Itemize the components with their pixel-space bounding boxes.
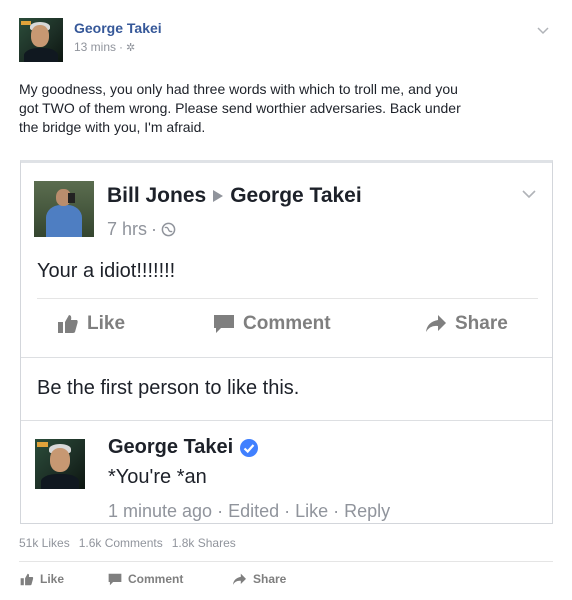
reply-author-avatar [35, 439, 85, 489]
comment-button[interactable]: Comment [108, 572, 183, 586]
embedded-target-name: George Takei [230, 184, 362, 207]
likes-count[interactable]: 51k Likes [19, 536, 70, 550]
arrow-right-icon [213, 190, 224, 202]
author-avatar[interactable] [19, 18, 63, 62]
reply-text: *You're *an [108, 466, 207, 488]
verified-badge-icon [240, 438, 259, 457]
facebook-post: George Takei 13 mins · ✲ My goodness, yo… [0, 0, 572, 600]
post-author-name[interactable]: George Takei [74, 20, 162, 36]
comments-count[interactable]: 1.6k Comments [79, 536, 163, 550]
share-label: Share [253, 572, 287, 586]
comment-icon [214, 315, 234, 333]
meta-separator: · [119, 40, 124, 54]
like-label: Like [87, 313, 126, 334]
like-label: Like [40, 572, 65, 586]
reply-author-name: George Takei [108, 436, 234, 458]
comment-icon [108, 573, 122, 585]
post-text: My goodness, you only had three words wi… [19, 80, 549, 137]
embedded-author-avatar [34, 181, 94, 237]
gear-icon[interactable]: ✲ [126, 41, 135, 54]
chevron-down-icon [522, 190, 536, 199]
post-meta: 13 mins · ✲ [74, 40, 135, 54]
comment-label: Comment [243, 313, 331, 334]
embedded-timestamp: 7 hrs [107, 219, 148, 239]
share-arrow-icon [233, 573, 246, 585]
divider [19, 561, 553, 562]
embedded-like-button: Like [57, 313, 125, 335]
post-text-line: the bridge with you, I'm afraid. [19, 119, 206, 135]
post-timestamp[interactable]: 13 mins [74, 40, 116, 54]
embedded-meta: 7 hrs · [107, 219, 176, 240]
post-action-bar: Like Comment Share [0, 572, 572, 590]
embedded-header: Bill Jones George Takei [107, 184, 362, 208]
embedded-share-button: Share [425, 313, 508, 335]
embedded-comment-button: Comment [213, 313, 331, 335]
embedded-post-text: Your a idiot!!!!!!! [37, 260, 176, 282]
divider [21, 357, 552, 358]
like-prompt: Be the first person to like this. [37, 377, 300, 399]
meta-separator: · [151, 219, 158, 239]
like-button[interactable]: Like [20, 572, 64, 586]
shares-count[interactable]: 1.8k Shares [172, 536, 236, 550]
reply-header: George Takei [108, 436, 259, 459]
embedded-author-name: Bill Jones [107, 184, 207, 207]
embedded-screenshot: Bill Jones George Takei 7 hrs · Your a i… [20, 160, 553, 524]
comment-label: Comment [128, 572, 184, 586]
post-text-line: got TWO of them wrong. Please send worth… [19, 100, 461, 116]
share-button[interactable]: Share [232, 572, 286, 586]
chevron-down-icon[interactable] [536, 26, 550, 36]
thumbs-up-icon [58, 315, 78, 333]
reply-meta: 1 minute ago · Edited · Like · Reply [108, 501, 391, 521]
embedded-action-bar: Like Comment Share [21, 313, 552, 343]
share-label: Share [455, 313, 508, 334]
thumbs-up-icon [20, 573, 34, 585]
divider [37, 298, 538, 299]
divider [21, 420, 552, 421]
post-stats: 51k Likes 1.6k Comments 1.8k Shares [19, 536, 236, 550]
share-arrow-icon [426, 315, 446, 332]
post-text-line: My goodness, you only had three words wi… [19, 81, 458, 97]
globe-icon [161, 222, 176, 237]
